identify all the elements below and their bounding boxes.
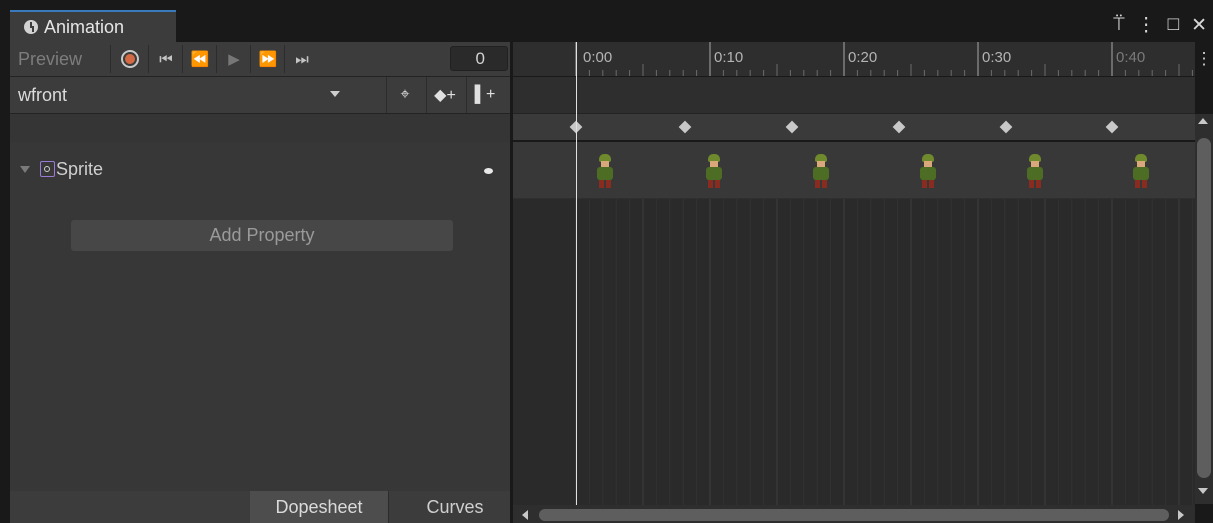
property-header-strip <box>10 114 510 142</box>
add-keyframe-icon: ◆+ <box>434 87 456 104</box>
filter-button[interactable]: ⌖ <box>386 77 423 113</box>
sprite-renderer-icon <box>40 161 55 177</box>
record-icon <box>121 50 139 68</box>
summary-keyframe <box>999 120 1013 134</box>
menu-icon[interactable]: ⋮ <box>1137 14 1156 37</box>
close-icon[interactable]: ✕ <box>1191 14 1207 37</box>
scroll-up-icon[interactable] <box>1198 118 1208 124</box>
prev-key-button[interactable]: ⏪ <box>182 45 217 73</box>
chevron-down-icon <box>330 91 340 97</box>
animation-tab[interactable]: Animation <box>10 10 176 42</box>
sprite-keyframe-thumbnail[interactable] <box>703 154 725 190</box>
preview-button[interactable]: Preview <box>10 45 110 73</box>
property-options-icon[interactable] <box>484 168 493 174</box>
tick-label: 0:30 <box>982 49 1012 66</box>
maximize-icon[interactable]: □ <box>1168 14 1179 36</box>
add-keyframe-button[interactable]: ◆+ <box>426 77 463 113</box>
step-forward-icon: ⏩ <box>258 51 278 68</box>
scroll-right-icon[interactable] <box>1178 510 1184 520</box>
vertical-scroll-thumb[interactable] <box>1197 138 1211 478</box>
summary-keyframe <box>678 120 692 134</box>
clip-row: wfront ⌖ ◆+ ▌+ <box>10 77 510 114</box>
summary-keyframe <box>785 120 799 134</box>
property-label: Sprite <box>56 159 104 179</box>
frame-field[interactable]: 0 <box>450 46 508 71</box>
summary-keyframe <box>1105 120 1119 134</box>
add-event-button[interactable]: ▌+ <box>466 77 503 113</box>
horizontal-scroll-thumb[interactable] <box>539 509 1169 521</box>
scroll-down-icon[interactable] <box>1198 488 1208 494</box>
step-back-icon: ⏪ <box>190 51 210 68</box>
skip-back-icon: ⏮ <box>159 50 173 68</box>
crosshair-icon: ⌖ <box>400 86 410 103</box>
title-bar <box>0 0 1213 42</box>
property-row-sprite[interactable]: Sprite <box>10 146 510 194</box>
add-event-icon: ▌+ <box>474 86 496 103</box>
play-icon: ▶ <box>228 51 240 68</box>
tick-label: 0:20 <box>848 49 878 66</box>
clock-icon <box>24 20 38 34</box>
summary-keyframes <box>569 120 1119 134</box>
sprite-keyframe-thumbnail[interactable] <box>810 154 832 190</box>
lock-icon[interactable]: ⍡ <box>1113 14 1124 36</box>
last-key-button[interactable]: ⏭ <box>284 45 319 73</box>
record-button[interactable] <box>110 45 149 73</box>
clip-dropdown[interactable]: wfront <box>10 77 366 113</box>
first-key-button[interactable]: ⏮ <box>148 45 183 73</box>
tick-label: 0:00 <box>583 49 613 66</box>
window-controls: ⍡ ⋮ □ ✕ <box>1113 12 1207 38</box>
next-key-button[interactable]: ⏩ <box>250 45 285 73</box>
summary-keyframe-row[interactable] <box>513 114 1195 140</box>
sprite-keyframe-thumbnail[interactable] <box>594 154 616 190</box>
sprite-keyframe-thumbnail[interactable] <box>1024 154 1046 190</box>
scroll-left-icon[interactable] <box>522 510 528 520</box>
expand-arrow-icon[interactable] <box>20 166 30 173</box>
play-button[interactable]: ▶ <box>216 45 251 73</box>
skip-forward-icon: ⏭ <box>295 50 309 68</box>
view-mode-bar: Dopesheet Curves <box>10 491 510 523</box>
tick-label: 0:10 <box>714 49 744 66</box>
events-row[interactable] <box>513 77 1195 114</box>
sprite-track-row[interactable] <box>513 142 1195 199</box>
playhead[interactable] <box>576 42 577 505</box>
sprite-keyframe-thumbnail[interactable] <box>1130 154 1152 190</box>
add-property-button[interactable]: Add Property <box>71 220 453 251</box>
tab-title: Animation <box>44 16 125 37</box>
sprite-keyframe-thumbnail[interactable] <box>917 154 939 190</box>
tick-label: 0:40 <box>1116 49 1146 66</box>
timeline-menu-icon[interactable]: ⋮ <box>1195 42 1213 76</box>
animation-toolbar: Preview ⏮ ⏪ ▶ ⏩ ⏭ 0 <box>10 42 510 77</box>
tab-dopesheet[interactable]: Dopesheet <box>250 491 388 523</box>
tab-curves[interactable]: Curves <box>388 491 521 523</box>
summary-keyframe <box>892 120 906 134</box>
time-ruler[interactable]: 0:00 0:10 0:20 0:30 0:40 <box>513 42 1195 76</box>
